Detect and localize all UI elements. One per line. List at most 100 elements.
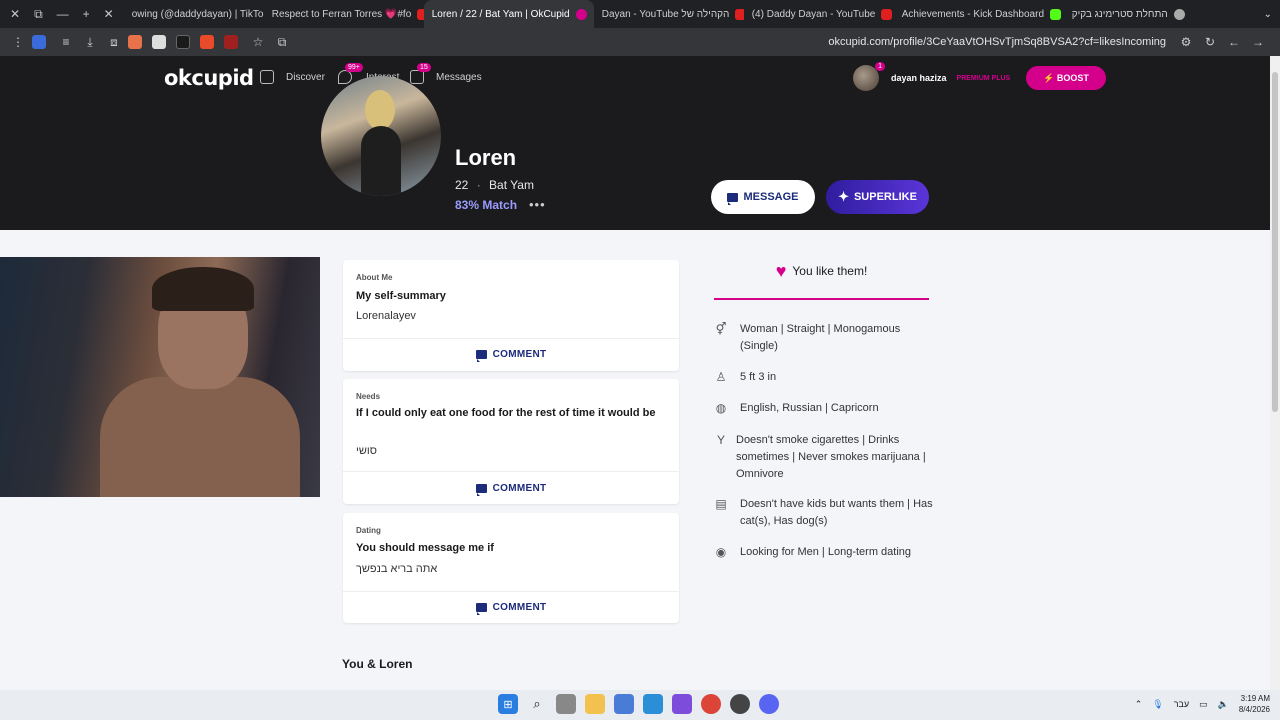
extension-icon[interactable]	[152, 35, 166, 49]
address-bar[interactable]: okcupid.com/profile/3CeYaaVtOHSvTjmSq8BV…	[828, 36, 1166, 48]
tab-title: (4) Daddy Dayan - YouTube	[751, 8, 876, 20]
profile-age: 22	[455, 178, 469, 192]
card-body: אתה בריא בנפשך	[356, 563, 438, 575]
profile-essay-card: About Me My self-summary Lorenalayev COM…	[343, 260, 679, 371]
separator-dot: ·	[476, 178, 481, 192]
forward-icon[interactable]: →	[1248, 32, 1268, 52]
nav-discover[interactable]: Discover	[260, 70, 325, 84]
browser-tab[interactable]: Respect to Ferran Torres 💗#fo ✕	[264, 0, 424, 28]
extension-icon[interactable]	[224, 35, 238, 49]
file-explorer-icon[interactable]	[585, 694, 605, 714]
interest-badge: 99+	[345, 63, 363, 72]
browser-tab[interactable]: (4) Daddy Dayan - YouTube ✕	[744, 0, 894, 28]
photos-icon[interactable]	[643, 694, 663, 714]
site-settings-icon[interactable]: ⚙	[1176, 32, 1196, 52]
webcam-overlay	[0, 257, 320, 497]
bookmark-star-icon[interactable]: ☆	[248, 32, 268, 52]
store-icon[interactable]	[614, 694, 634, 714]
search-icon[interactable]: ⌕	[527, 694, 547, 714]
card-title: If I could only eat one food for the res…	[356, 407, 656, 419]
comment-button[interactable]: COMMENT	[343, 480, 679, 496]
more-options-button[interactable]: •••	[529, 197, 546, 212]
card-title: You should message me if	[356, 542, 494, 554]
profile-photo[interactable]	[321, 76, 441, 196]
comment-icon	[475, 602, 487, 615]
extension-icon[interactable]	[32, 35, 46, 49]
task-view-icon[interactable]	[556, 694, 576, 714]
share-icon[interactable]: ⧉	[272, 32, 292, 52]
youtube-icon	[417, 8, 424, 20]
photo-detail	[365, 90, 395, 130]
heart-icon: ♥	[775, 261, 787, 281]
heart-icon: 99+	[338, 63, 363, 84]
menu-dots-icon[interactable]: ⋮	[8, 32, 28, 52]
okcupid-icon	[575, 8, 587, 20]
detail-text: Doesn't have kids but wants them | Has c…	[740, 498, 933, 527]
browser-tab-strip: ✕ ⧉ — + ✕ owing (@daddydayan) | TikTok ✕…	[0, 0, 1280, 28]
extension-icon[interactable]	[176, 35, 190, 49]
message-button[interactable]: MESSAGE	[711, 180, 815, 214]
browser-tab-active[interactable]: Loren / 22 / Bat Yam | OkCupid ✕	[423, 0, 594, 28]
eye-icon: ◉	[715, 545, 727, 559]
chrome-icon[interactable]	[701, 694, 721, 714]
browser-tab[interactable]: התחלת סטרימינג בקיק	[1064, 0, 1194, 28]
height-icon: ♙	[715, 370, 727, 384]
card-category: Needs	[356, 392, 381, 401]
match-percentage: 83% Match	[455, 198, 518, 212]
reload-icon[interactable]: ↻	[1200, 32, 1220, 52]
new-tab-icon[interactable]: +	[83, 7, 90, 21]
extension-icon[interactable]	[128, 35, 142, 49]
close-tab-icon[interactable]: ✕	[10, 7, 20, 21]
discord-icon[interactable]	[759, 694, 779, 714]
superlike-label: SUPERLIKE	[853, 191, 917, 203]
detail-row: ⚥ Woman | Straight | Monogamous (Single)	[714, 321, 934, 355]
comment-label: COMMENT	[492, 601, 547, 613]
close-tab-icon[interactable]: ✕	[104, 7, 114, 21]
reading-list-icon[interactable]: ≡	[56, 32, 76, 52]
photo-detail	[361, 126, 401, 196]
download-icon[interactable]: ⤓	[80, 32, 100, 52]
minimize-icon[interactable]: —	[57, 7, 69, 21]
microphone-icon[interactable]: 🎙	[1152, 699, 1163, 710]
tab-title: התחלת סטרימינג בקיק	[1071, 8, 1168, 20]
browser-tab[interactable]: Achievements - Kick Dashboard ✕	[894, 0, 1064, 28]
clock-date: 8/4/2026	[1238, 705, 1270, 714]
family-icon: ▤	[715, 497, 727, 511]
extension-icon[interactable]	[200, 35, 214, 49]
monitor-icon[interactable]: ▭	[1199, 699, 1208, 710]
profile-header: okcupid Discover 99+ Interest 15 Message…	[0, 56, 1280, 230]
nav-label: Discover	[286, 71, 325, 83]
language-indicator[interactable]: עבר	[1174, 699, 1189, 709]
volume-icon[interactable]: 🔈	[1218, 699, 1229, 710]
okcupid-logo[interactable]: okcupid	[164, 66, 254, 90]
card-title: My self-summary	[356, 290, 446, 302]
youtube-icon	[881, 8, 893, 20]
superlike-button[interactable]: ✦ SUPERLIKE	[826, 180, 929, 214]
chevron-up-icon[interactable]: ⌃	[1135, 699, 1143, 710]
browser-tab[interactable]: Dayan - YouTube הקהילה של ✕	[594, 0, 744, 28]
browser-tab[interactable]: owing (@daddydayan) | TikTok ✕	[124, 0, 264, 28]
detail-row: ◉ Looking for Men | Long-term dating	[714, 544, 934, 561]
messages-badge: 15	[417, 63, 431, 72]
system-tray: ⌃ 🎙 עבר ▭ 🔈 3:19 AM 8/4/2026	[1135, 693, 1270, 715]
tab-search-icon[interactable]: ⧉	[34, 7, 43, 22]
comment-button[interactable]: COMMENT	[343, 599, 679, 615]
card-divider	[343, 471, 679, 472]
chevron-down-icon[interactable]: ⌄	[1264, 9, 1272, 20]
nav-messages[interactable]: 15 Messages	[410, 63, 482, 84]
boost-button[interactable]: ⚡ BOOST	[1026, 66, 1106, 90]
user-menu[interactable]: 1 dayan haziza PREMIUM PLUS	[853, 62, 1010, 91]
detail-row: ◍ English, Russian | Capricorn	[714, 400, 934, 417]
clock[interactable]: 3:19 AM 8/4/2026	[1239, 693, 1270, 715]
app-icon[interactable]	[672, 694, 692, 714]
extensions-icon[interactable]: ⧈	[104, 32, 124, 52]
comment-label: COMMENT	[492, 348, 547, 360]
obs-icon[interactable]	[730, 694, 750, 714]
card-category: About Me	[356, 273, 393, 282]
back-icon[interactable]: ←	[1224, 32, 1244, 52]
scrollbar-thumb[interactable]	[1272, 72, 1278, 412]
comment-icon	[475, 483, 487, 496]
start-menu-icon[interactable]: ⊞	[498, 694, 518, 714]
page-scrollbar[interactable]	[1270, 56, 1280, 690]
comment-button[interactable]: COMMENT	[343, 346, 679, 362]
